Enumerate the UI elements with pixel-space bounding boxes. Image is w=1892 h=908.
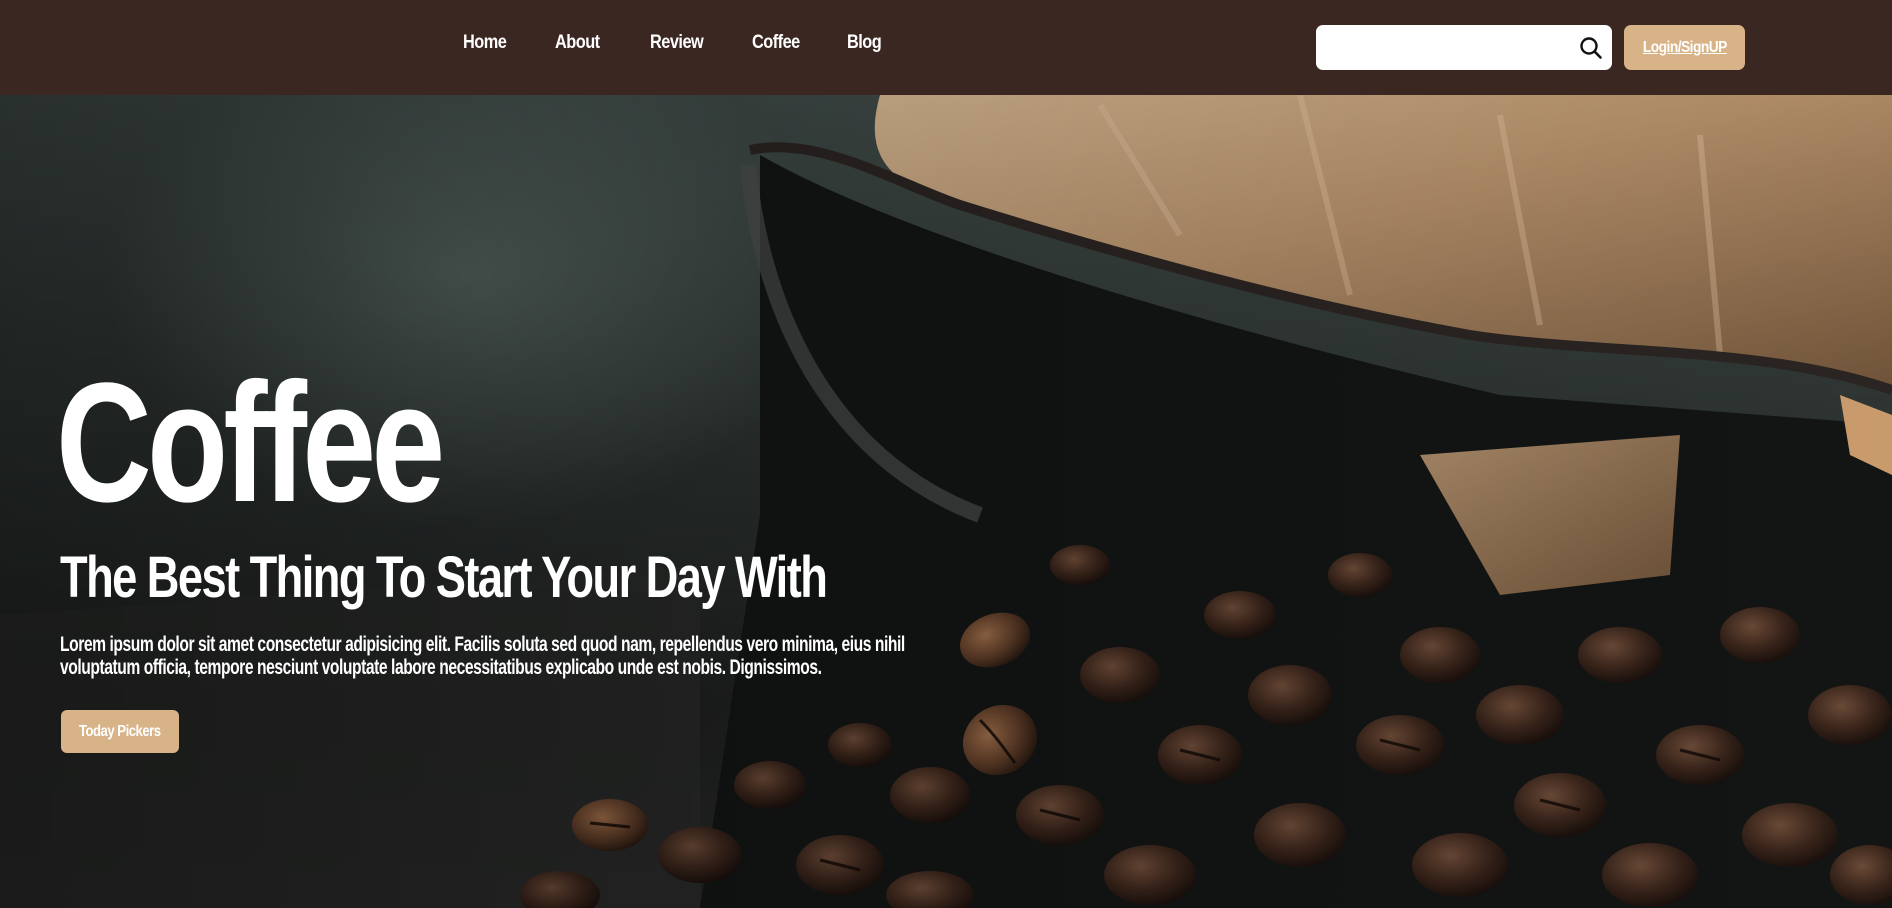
nav-link-coffee[interactable]: Coffee	[752, 32, 800, 54]
nav-link-home[interactable]: Home	[463, 32, 507, 54]
nav-link-blog[interactable]: Blog	[847, 32, 882, 54]
today-pickers-label: Today Pickers	[79, 722, 161, 740]
login-signup-label: Login/SignUP	[1642, 38, 1727, 56]
search-icon[interactable]	[1578, 35, 1604, 61]
nav-links: Home About Review Coffee Blog	[0, 0, 1000, 95]
nav-link-review[interactable]: Review	[650, 32, 704, 54]
hero-subtitle: The Best Thing To Start Your Day With	[60, 545, 828, 610]
navbar: Home About Review Coffee Blog Login/Sign…	[0, 0, 1892, 95]
search-box	[1316, 25, 1612, 70]
login-signup-button[interactable]: Login/SignUP	[1624, 25, 1745, 70]
hero-title: Coffee	[56, 348, 445, 538]
hero-section: Coffee The Best Thing To Start Your Day …	[0, 95, 1892, 908]
nav-link-about[interactable]: About	[555, 32, 600, 54]
search-input[interactable]	[1324, 31, 1564, 64]
today-pickers-button[interactable]: Today Pickers	[61, 710, 179, 753]
hero-description: Lorem ipsum dolor sit amet consectetur a…	[60, 633, 905, 679]
